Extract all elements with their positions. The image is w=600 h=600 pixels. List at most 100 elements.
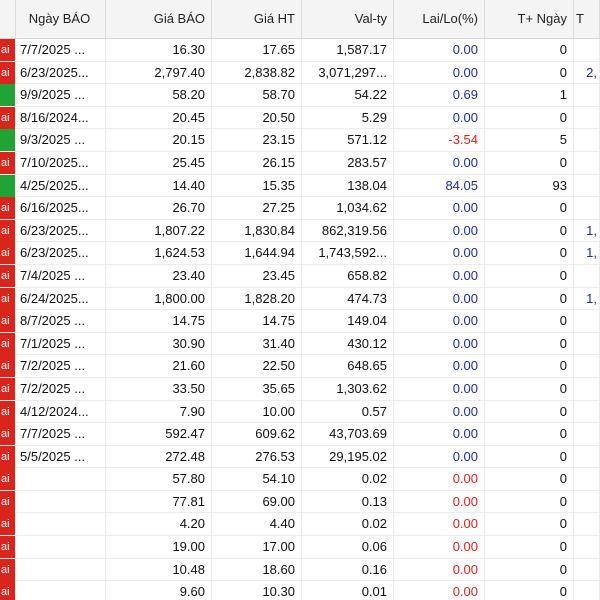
- cell-ngay-bao: 9/9/2025 ...: [16, 84, 106, 107]
- cell-lai-lo: 0.00: [394, 219, 485, 242]
- header-tag-column[interactable]: [0, 0, 16, 38]
- header-ngay-bao[interactable]: Ngày BÁO: [16, 0, 106, 38]
- cell-t-truncated: 1,: [574, 219, 600, 242]
- table-row[interactable]: ai 9.60 10.30 0.01 0.00 0: [0, 581, 600, 600]
- cell-gia-bao-value: 272.48: [165, 448, 205, 464]
- cell-gia-bao: 2,797.40: [106, 61, 212, 84]
- cell-ngay-bao-value: 7/2/2025 ...: [20, 358, 86, 374]
- status-tag-cell: ai: [0, 106, 16, 129]
- cell-gia-bao: 23.40: [106, 264, 212, 287]
- cell-t-truncated: [574, 377, 600, 400]
- cell-gia-ht: 18.60: [212, 558, 302, 581]
- cell-lai-lo: 0.00: [394, 558, 485, 581]
- cell-val-ty-value: 648.65: [347, 358, 387, 374]
- table-row[interactable]: ai 6/23/2025... 2,797.40 2,838.82 3,071,297.…: [0, 61, 600, 85]
- cell-t-ngay-value: 0: [559, 245, 567, 261]
- cell-t-ngay: 0: [485, 151, 574, 174]
- table-row[interactable]: ai 6/16/2025... 26.70 27.25 1,034.62 0.00 0: [0, 197, 600, 220]
- cell-ngay-bao-value: 8/16/2024...: [20, 109, 89, 125]
- cell-t-ngay: 0: [485, 423, 574, 446]
- cell-ngay-bao: 6/24/2025...: [16, 287, 106, 310]
- header-val-ty[interactable]: Val-ty: [302, 0, 394, 38]
- cell-val-ty-value: 1,743,592...: [318, 245, 387, 261]
- table-row[interactable]: ai 6/23/2025... 1,624.53 1,644.94 1,743,592.…: [0, 242, 600, 265]
- status-tag: ai: [0, 264, 15, 287]
- table-row[interactable]: ai 10.48 18.60 0.16 0.00 0: [0, 558, 600, 582]
- cell-val-ty: 862,319.56: [302, 219, 394, 242]
- table-row[interactable]: ai 6/24/2025... 1,800.00 1,828.20 474.73 0.00…: [0, 287, 600, 311]
- status-tag-cell: [0, 84, 16, 107]
- grid-header: Ngày BÁO Giá BÁO Giá HT Val-ty Lai/Lo(%)…: [0, 0, 600, 39]
- status-tag-cell: ai: [0, 513, 16, 536]
- cell-ngay-bao-value: 7/7/2025 ...: [20, 426, 86, 442]
- table-row[interactable]: ai 4/12/2024... 7.90 10.00 0.57 0.00 0: [0, 400, 600, 424]
- cell-gia-bao-value: 30.90: [172, 335, 205, 351]
- cell-gia-bao-value: 14.40: [172, 177, 205, 193]
- cell-t-truncated: [574, 558, 600, 581]
- cell-val-ty-value: 1,587.17: [336, 42, 387, 57]
- cell-lai-lo: 0.00: [394, 151, 485, 174]
- table-row[interactable]: ai 5/5/2025 ... 272.48 276.53 29,195.02 0.00 0: [0, 445, 600, 469]
- cell-lai-lo: 0.00: [394, 355, 485, 378]
- cell-lai-lo-value: 0.00: [452, 109, 478, 125]
- table-row[interactable]: ai 7/10/2025... 25.45 26.15 283.57 0.00 0: [0, 151, 600, 175]
- table-row[interactable]: ai 7/2/2025 ... 21.60 22.50 648.65 0.00 0: [0, 355, 600, 378]
- cell-gia-bao: 1,624.53: [106, 242, 212, 265]
- table-row[interactable]: ai 4.20 4.40 0.02 0.00 0: [0, 513, 600, 537]
- cell-t-ngay-value: 0: [559, 200, 567, 216]
- cell-val-ty-value: 283.57: [347, 154, 387, 170]
- cell-ngay-bao: 4/25/2025...: [16, 174, 106, 197]
- cell-lai-lo-value: 0.00: [452, 154, 478, 170]
- cell-t-ngay: 0: [485, 310, 574, 333]
- table-row[interactable]: ai 7/2/2025 ... 33.50 35.65 1,303.62 0.00 0: [0, 377, 600, 401]
- table-row[interactable]: ai 7/1/2025 ... 30.90 31.40 430.12 0.00 0: [0, 332, 600, 356]
- table-row[interactable]: ai 19.00 17.00 0.06 0.00 0: [0, 536, 600, 559]
- table-row[interactable]: ai 7/4/2025 ... 23.40 23.45 658.82 0.00 0: [0, 264, 600, 288]
- header-t-ngay[interactable]: T+ Ngày: [485, 0, 574, 38]
- table-row[interactable]: ai 6/23/2025... 1,807.22 1,830.84 862,319.56…: [0, 219, 600, 243]
- cell-t-ngay: 0: [485, 61, 574, 84]
- cell-val-ty: 0.01: [302, 581, 394, 600]
- table-row[interactable]: 4/25/2025... 14.40 15.35 138.04 84.05 93: [0, 174, 600, 198]
- cell-val-ty: 658.82: [302, 264, 394, 287]
- cell-gia-bao-value: 16.30: [172, 42, 205, 57]
- table-row[interactable]: 9/9/2025 ... 58.20 58.70 54.22 0.69 1: [0, 84, 600, 107]
- cell-lai-lo-value: 0.00: [452, 267, 478, 283]
- cell-val-ty-value: 0.01: [361, 584, 387, 600]
- table-row[interactable]: ai 7/7/2025 ... 592.47 609.62 43,703.69 0.00 0: [0, 423, 600, 446]
- cell-t-truncated: [574, 581, 600, 600]
- grid-body: ai 7/7/2025 ... 16.30 17.65 1,587.17 0.00 0 ai 6…: [0, 39, 600, 600]
- table-row[interactable]: 9/3/2025 ... 20.15 23.15 571.12 -3.54 5: [0, 129, 600, 152]
- header-lai-lo[interactable]: Lai/Lo(%): [394, 0, 485, 38]
- cell-t-ngay-value: 0: [559, 493, 567, 509]
- cell-lai-lo: 0.00: [394, 377, 485, 400]
- header-gia-bao[interactable]: Giá BÁO: [106, 0, 212, 38]
- cell-val-ty: 3,071,297...: [302, 61, 394, 84]
- status-tag: ai: [0, 219, 15, 242]
- cell-gia-ht-value: 10.00: [262, 403, 295, 419]
- header-t-truncated[interactable]: T: [574, 0, 600, 38]
- cell-lai-lo: 0.00: [394, 287, 485, 310]
- cell-t-ngay-value: 0: [559, 335, 567, 351]
- table-row[interactable]: ai 8/7/2025 ... 14.75 14.75 149.04 0.00 0: [0, 310, 600, 333]
- cell-val-ty: 149.04: [302, 310, 394, 333]
- status-tag-cell: ai: [0, 536, 16, 559]
- cell-t-ngay-value: 5: [559, 132, 567, 148]
- cell-val-ty-value: 0.06: [361, 539, 387, 555]
- cell-lai-lo: 0.00: [394, 513, 485, 536]
- cell-t-truncated: [574, 197, 600, 220]
- cell-t-ngay-value: 0: [559, 222, 567, 238]
- cell-lai-lo-value: 0.00: [452, 222, 478, 238]
- data-grid: Ngày BÁO Giá BÁO Giá HT Val-ty Lai/Lo(%)…: [0, 0, 600, 600]
- cell-lai-lo-value: 0.69: [452, 87, 478, 103]
- table-row[interactable]: ai 7/7/2025 ... 16.30 17.65 1,587.17 0.00 0: [0, 39, 600, 62]
- table-row[interactable]: ai 57.80 54.10 0.02 0.00 0: [0, 468, 600, 491]
- cell-gia-ht-value: 1,830.84: [244, 222, 295, 238]
- cell-gia-ht: 17.00: [212, 536, 302, 559]
- table-row[interactable]: ai 8/16/2024... 20.45 20.50 5.29 0.00 0: [0, 106, 600, 130]
- cell-ngay-bao-value: 7/10/2025...: [20, 154, 89, 170]
- cell-ngay-bao-value: 6/23/2025...: [20, 222, 89, 238]
- table-row[interactable]: ai 77.81 69.00 0.13 0.00 0: [0, 490, 600, 514]
- cell-gia-bao: 1,800.00: [106, 287, 212, 310]
- header-gia-ht[interactable]: Giá HT: [212, 0, 302, 38]
